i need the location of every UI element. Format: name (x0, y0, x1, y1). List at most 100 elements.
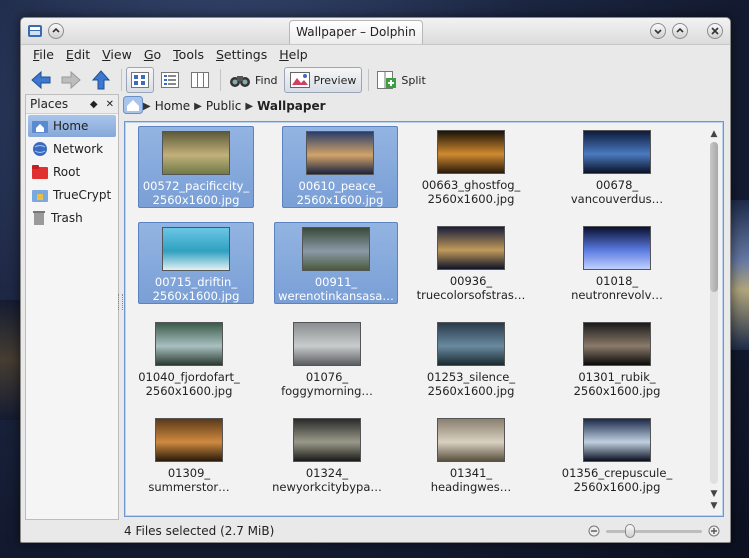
file-item[interactable]: 01309_ summerstor… (125, 414, 253, 496)
preview-button[interactable]: Preview (283, 67, 363, 93)
trash-icon (33, 211, 45, 225)
place-truecrypt[interactable]: TrueCrypt (28, 184, 116, 206)
file-item[interactable]: 01324_ newyorkcitybypa… (263, 414, 391, 496)
breadcrumb-current[interactable]: Wallpaper (257, 99, 325, 113)
file-item[interactable]: 01253_silence_ 2560x1600.jpg (407, 318, 535, 400)
file-thumbnail (437, 130, 505, 174)
keep-above-button[interactable] (48, 23, 64, 39)
file-item[interactable]: 00678_ vancouverdus… (553, 126, 681, 208)
file-item[interactable]: 00572_pacificcity_ 2560x1600.jpg (138, 126, 254, 208)
root-folder-icon (32, 165, 48, 179)
breadcrumb-home-icon[interactable] (123, 95, 143, 117)
file-name: headingwes… (430, 480, 512, 494)
titlebar[interactable]: Wallpaper – Dolphin (21, 18, 730, 45)
maximize-button[interactable] (672, 23, 688, 39)
forward-arrow-icon (61, 70, 81, 90)
file-item[interactable]: 00911_ werenotinkansasa… (274, 222, 398, 304)
place-root[interactable]: Root (28, 161, 116, 183)
file-item[interactable]: 01076_ foggymorning… (263, 318, 391, 400)
menu-help[interactable]: Help (273, 45, 314, 65)
menu-settings[interactable]: Settings (210, 45, 273, 65)
file-name: 2560x1600.jpg (573, 384, 661, 398)
details-view-button[interactable] (156, 67, 184, 93)
places-header: Places ◆ ✕ (26, 95, 118, 114)
scroll-track[interactable] (710, 142, 718, 484)
breadcrumb-arrow-icon[interactable]: ▶ (194, 101, 202, 112)
scroll-down-arrow-icon[interactable]: ▼ (708, 500, 720, 512)
place-network[interactable]: Network (28, 138, 116, 160)
truecrypt-icon (32, 190, 48, 202)
scroll-up-arrow-icon[interactable]: ▲ (708, 128, 720, 140)
close-panel-button[interactable]: ✕ (106, 99, 114, 110)
split-view-icon (377, 71, 397, 89)
file-thumbnail (437, 226, 505, 270)
up-arrow-icon (91, 70, 111, 90)
up-button[interactable] (87, 67, 115, 93)
file-thumbnail (155, 418, 223, 462)
content-area: Places ◆ ✕ Home Network Root TrueCrypt T… (21, 94, 730, 520)
file-name: 01341_ (449, 466, 493, 480)
back-button[interactable] (27, 67, 55, 93)
file-name: foggymorning… (281, 384, 373, 398)
place-label: Network (53, 142, 104, 156)
file-thumbnail (162, 131, 230, 175)
place-label: TrueCrypt (53, 188, 112, 202)
columns-view-button[interactable] (186, 67, 214, 93)
file-name: 2560x1600.jpg (296, 193, 384, 207)
menu-file[interactable]: File (27, 45, 60, 65)
zoom-in-icon[interactable] (708, 525, 720, 537)
file-thumbnail (583, 226, 651, 270)
file-item[interactable]: 01356_crepuscule_ 2560x1600.jpg (553, 414, 681, 496)
menu-go[interactable]: Go (138, 45, 167, 65)
breadcrumb-public[interactable]: Public (206, 99, 242, 113)
menu-tools[interactable]: Tools (167, 45, 210, 65)
splitter-handle[interactable] (118, 294, 123, 310)
breadcrumb-home[interactable]: Home (155, 99, 190, 113)
file-thumbnail (155, 322, 223, 366)
file-name: 00663_ghostfog_ (421, 178, 521, 192)
place-trash[interactable]: Trash (28, 207, 116, 229)
close-button[interactable] (707, 23, 723, 39)
breadcrumb-arrow-icon[interactable]: ▶ (143, 101, 151, 112)
file-item[interactable]: 01341_ headingwes… (407, 414, 535, 496)
icons-view-button[interactable] (126, 67, 154, 93)
file-name: 01301_rubik_ (578, 370, 656, 384)
zoom-out-icon[interactable] (588, 525, 600, 537)
find-button[interactable]: Find (225, 67, 282, 93)
vertical-scrollbar[interactable]: ▲ ▼ ▼ (708, 128, 720, 512)
split-button[interactable]: Split (373, 67, 429, 93)
file-name: 2560x1600.jpg (573, 480, 661, 494)
menu-edit[interactable]: Edit (60, 45, 96, 65)
file-view[interactable]: 00572_pacificcity_ 2560x1600.jpg 00610_pea… (124, 121, 724, 517)
file-item[interactable]: 00663_ghostfog_ 2560x1600.jpg (407, 126, 535, 208)
file-thumbnail (583, 322, 651, 366)
selection-status: 4 Files selected (2.7 MiB) (124, 524, 275, 538)
file-name: newyorkcitybypa… (272, 480, 382, 494)
dolphin-app-icon[interactable] (27, 23, 43, 39)
preview-image-icon (289, 72, 310, 88)
place-home[interactable]: Home (28, 115, 116, 137)
file-item[interactable]: 01018_ neutronrevolv… (553, 222, 681, 304)
zoom-slider-track[interactable] (606, 524, 702, 538)
back-arrow-icon (31, 70, 51, 90)
file-item[interactable]: 00610_peace_ 2560x1600.jpg (282, 126, 398, 208)
statusbar: 4 Files selected (2.7 MiB) (21, 520, 730, 542)
file-name: 01076_ (305, 370, 349, 384)
zoom-slider-handle[interactable] (625, 524, 635, 538)
file-name: vancouverdus… (570, 192, 664, 206)
file-item[interactable]: 00936_ truecolorsofstras… (407, 222, 535, 304)
file-item[interactable]: 00715_driftin_ 2560x1600.jpg (138, 222, 254, 304)
file-item[interactable]: 01040_fjordofart_ 2560x1600.jpg (125, 318, 253, 400)
file-name: 2560x1600.jpg (427, 192, 515, 206)
breadcrumb-arrow-icon[interactable]: ▶ (245, 101, 253, 112)
forward-button[interactable] (57, 67, 85, 93)
menu-view[interactable]: View (96, 45, 138, 65)
scroll-down-arrow-icon[interactable]: ▼ (708, 488, 720, 500)
scroll-thumb[interactable] (710, 142, 718, 292)
file-thumbnail (302, 227, 370, 271)
minimize-button[interactable] (650, 23, 666, 39)
float-panel-button[interactable]: ◆ (90, 99, 98, 110)
file-name: 2560x1600.jpg (152, 289, 240, 303)
find-label: Find (255, 73, 278, 87)
file-item[interactable]: 01301_rubik_ 2560x1600.jpg (553, 318, 681, 400)
